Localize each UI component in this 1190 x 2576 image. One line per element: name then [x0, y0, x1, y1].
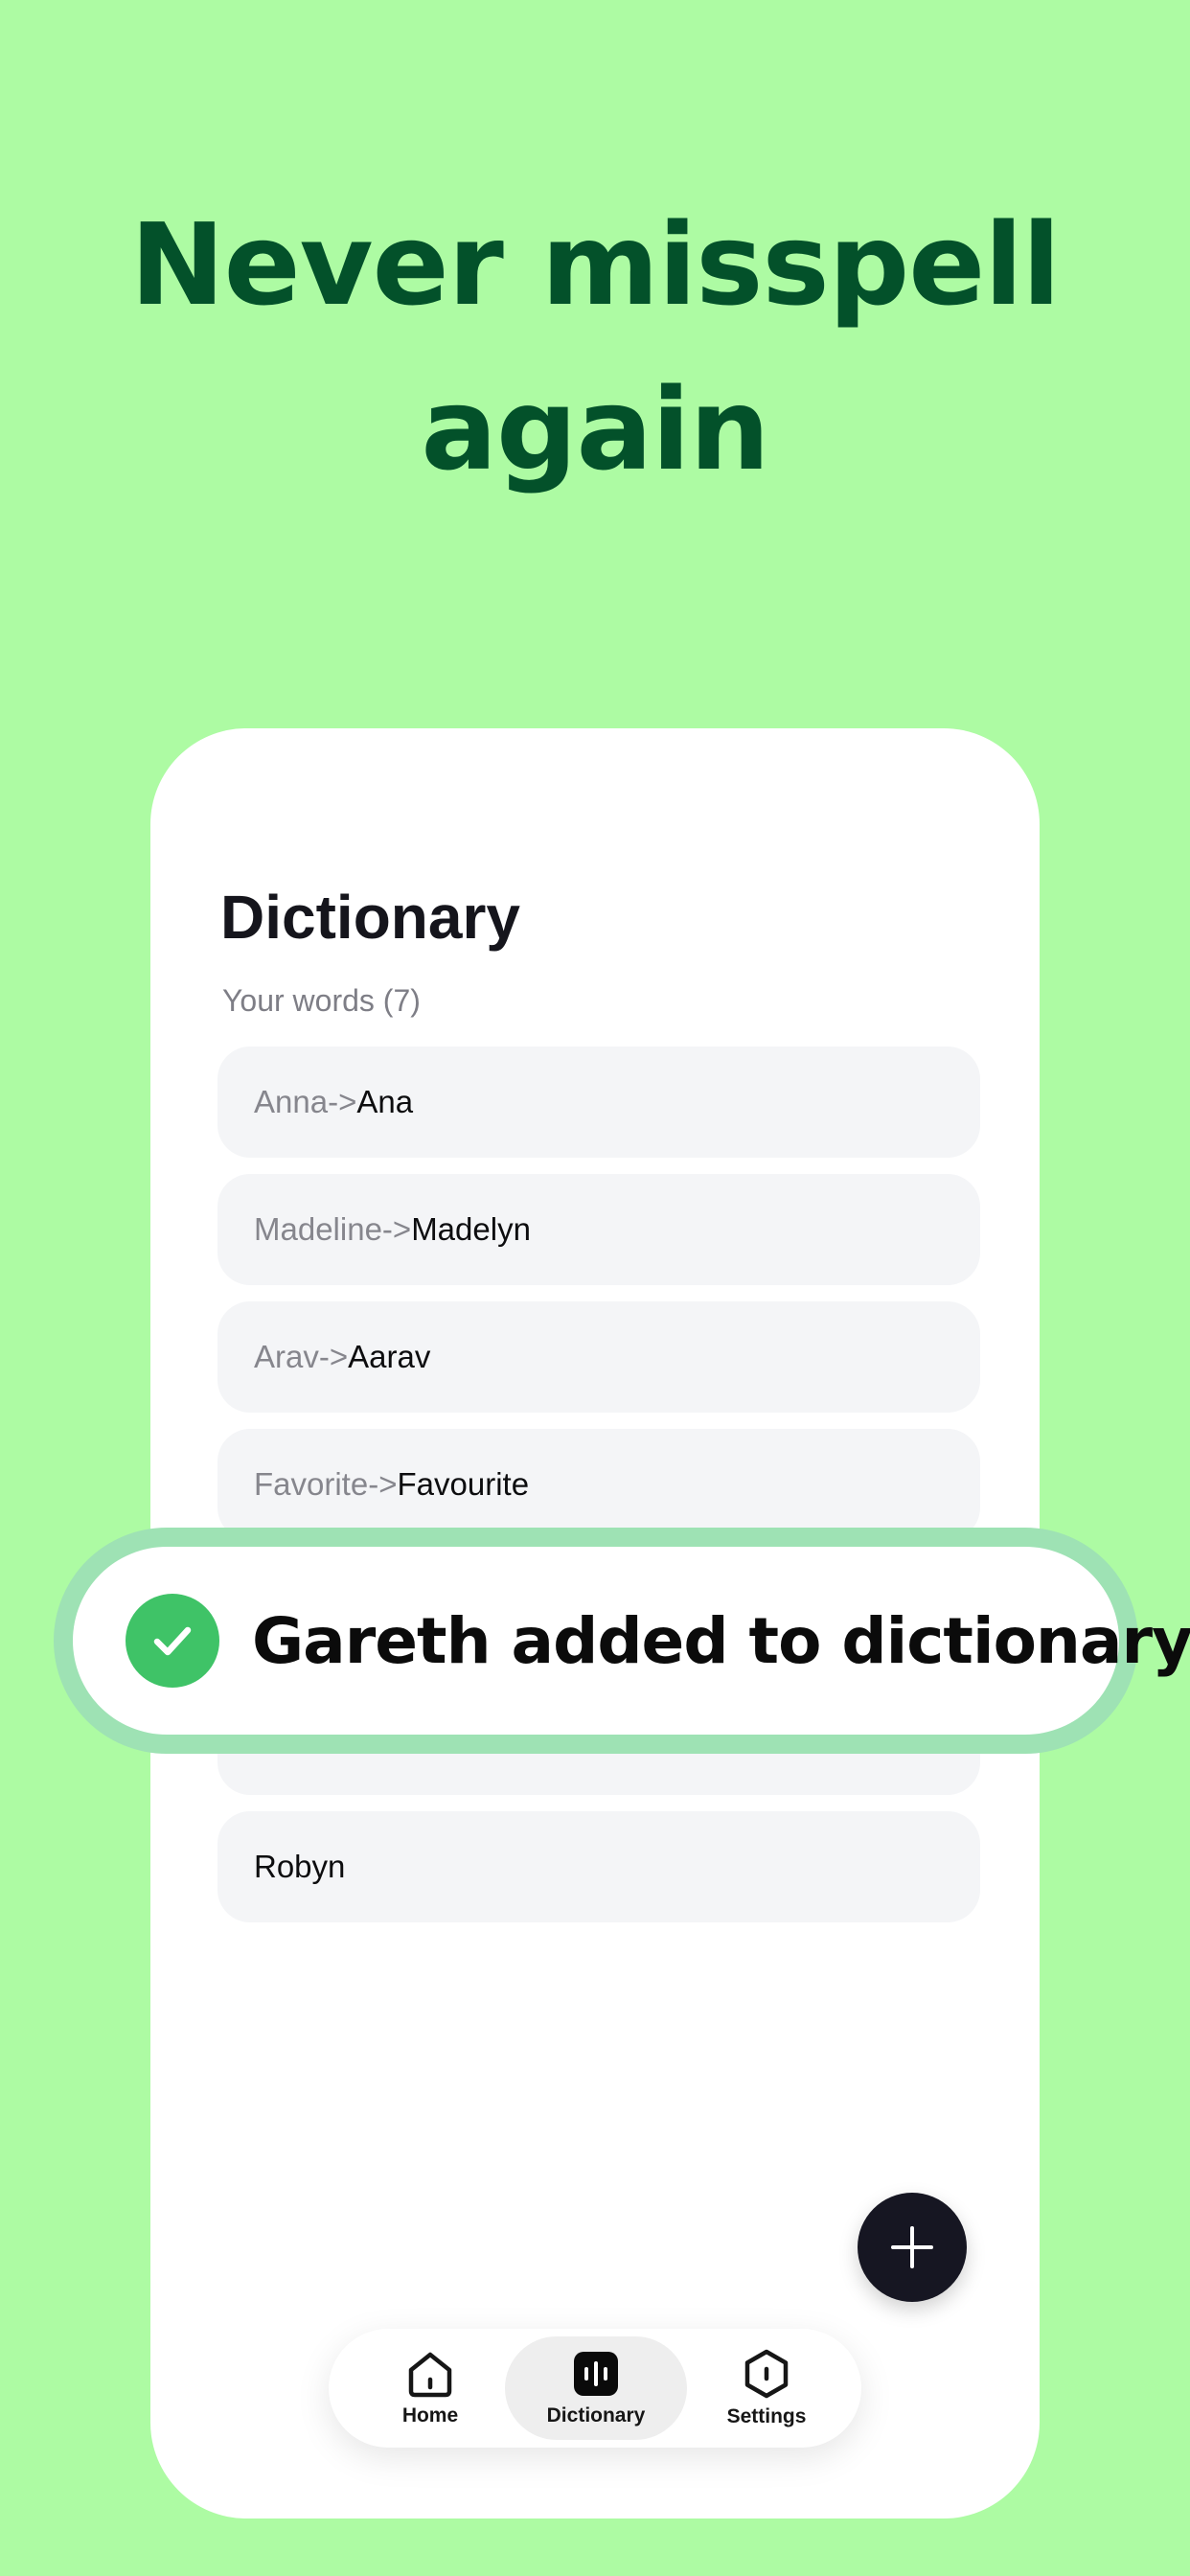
- tab-settings-label: Settings: [726, 2405, 807, 2427]
- toast-card: Gareth added to dictionary: [73, 1547, 1190, 1735]
- word-from: Favorite: [254, 1466, 369, 1502]
- dictionary-icon: [574, 2352, 618, 2396]
- page-title: Dictionary: [220, 883, 520, 952]
- toast-notification: Gareth added to dictionary: [54, 1528, 1190, 1754]
- word-to: Madelyn: [411, 1211, 531, 1247]
- word-count-label: Your words (7): [222, 983, 421, 1018]
- settings-icon: [744, 2349, 789, 2399]
- check-icon: [153, 1626, 192, 1656]
- tab-settings[interactable]: Settings: [704, 2336, 829, 2440]
- toast-message: Gareth added to dictionary: [252, 1603, 1190, 1678]
- list-item[interactable]: Robyn: [217, 1811, 980, 1922]
- word-to: Aarav: [348, 1339, 431, 1374]
- word-from: Madeline: [254, 1211, 382, 1247]
- tab-home-label: Home: [401, 2404, 459, 2426]
- word-arrow: ->: [318, 1339, 349, 1374]
- tab-dictionary-label: Dictionary: [546, 2404, 646, 2426]
- headline-line-1: Never misspell: [129, 198, 1061, 331]
- word-arrow: ->: [328, 1084, 357, 1119]
- tab-home[interactable]: Home: [373, 2336, 488, 2440]
- check-badge: [126, 1594, 219, 1688]
- home-icon: [408, 2352, 452, 2398]
- word-to: Ana: [356, 1084, 414, 1119]
- list-item[interactable]: Anna -> Ana: [217, 1046, 980, 1158]
- list-item[interactable]: Favorite -> Favourite: [217, 1429, 980, 1540]
- word-arrow: ->: [368, 1466, 398, 1502]
- word-arrow: ->: [381, 1211, 412, 1247]
- headline-line-2: again: [421, 363, 769, 495]
- word-from: Anna: [254, 1084, 329, 1119]
- word-to: Favourite: [397, 1466, 530, 1502]
- list-item[interactable]: Madeline -> Madelyn: [217, 1174, 980, 1285]
- tab-dictionary[interactable]: Dictionary: [505, 2336, 687, 2440]
- plus-icon: [891, 2226, 933, 2268]
- word-to: Robyn: [254, 1849, 346, 1884]
- add-word-button[interactable]: [858, 2193, 967, 2302]
- list-item[interactable]: Arav -> Aarav: [217, 1301, 980, 1413]
- word-list: Anna -> Ana Madeline -> Madelyn Arav -> …: [217, 1046, 980, 1939]
- word-from: Arav: [254, 1339, 319, 1374]
- headline: Never misspell again: [0, 182, 1190, 512]
- tab-bar: Home Dictionary Settings: [329, 2329, 861, 2448]
